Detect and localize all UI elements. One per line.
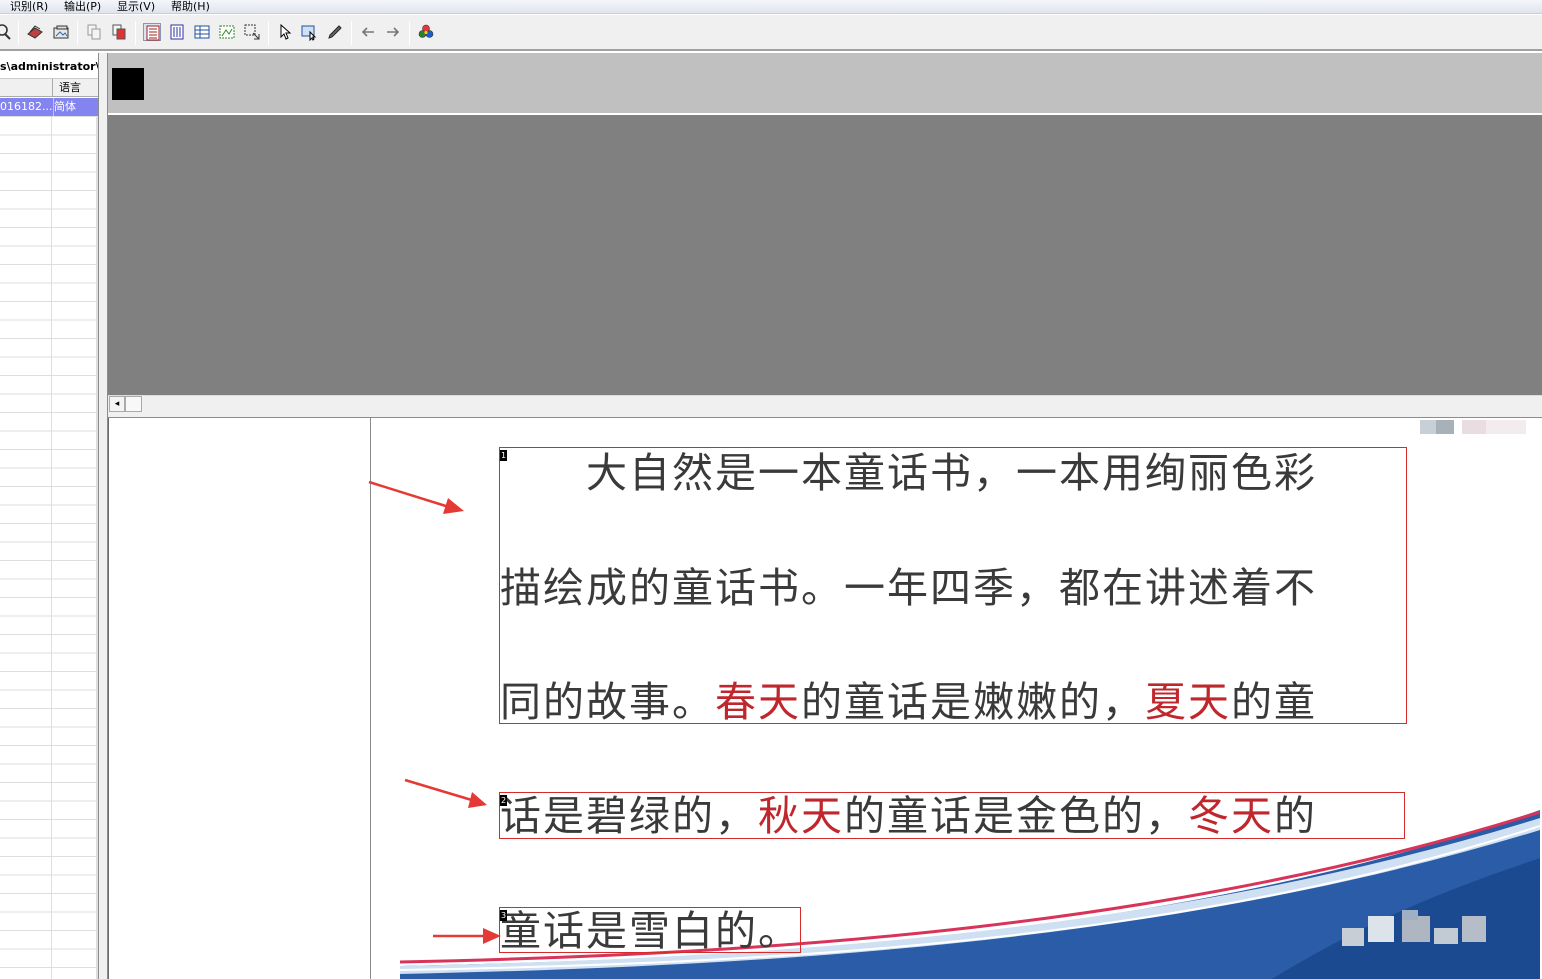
toolbar — [0, 15, 1542, 51]
vertical-splitter[interactable] — [98, 53, 108, 979]
file-list-row[interactable]: 016182... 简体 — [0, 98, 98, 116]
annotation-arrows — [368, 480, 501, 944]
menu-output[interactable]: 输出(P) — [64, 0, 101, 14]
pencil-icon[interactable] — [326, 23, 344, 41]
table-region-icon[interactable] — [193, 23, 211, 41]
pointer-icon[interactable] — [276, 23, 294, 41]
menu-bar: 识别(R) 输出(P) 显示(V) 帮助(H) — [0, 0, 1542, 14]
language-column-header[interactable]: 语言 — [52, 79, 98, 97]
vertical-text-icon[interactable] — [168, 23, 186, 41]
select-region-icon[interactable] — [243, 23, 261, 41]
menu-help[interactable]: 帮助(H) — [171, 0, 210, 14]
recognize-icon[interactable] — [300, 23, 318, 41]
back-arrow-icon[interactable] — [359, 23, 377, 41]
open-image-icon[interactable] — [52, 23, 70, 41]
menu-view[interactable]: 显示(V) — [117, 0, 155, 14]
document-view: 大自然是一本童话书，一本用绚丽色彩 描绘成的童话书。一年四季，都在讲述着不 同的… — [108, 418, 1542, 979]
scroll-left-icon[interactable]: ◂ — [109, 396, 125, 412]
scrollbar-thumb[interactable] — [125, 396, 142, 412]
image-region-icon[interactable] — [218, 23, 236, 41]
toolbar-separator — [18, 21, 19, 45]
file-list-panel: s\administrator\ 语言 016182... 简体 — [0, 53, 98, 979]
toolbar-separator — [409, 21, 410, 45]
toolbar-separator — [77, 21, 78, 45]
language-cell: 简体 — [53, 98, 97, 116]
folder-path: s\administrator\ — [0, 60, 98, 73]
scan-icon[interactable] — [26, 23, 44, 41]
horizontal-scrollbar[interactable]: ◂ — [108, 395, 1542, 412]
toolbar-separator — [268, 21, 269, 45]
page-thumbnail[interactable] — [112, 68, 144, 100]
file-list-header: 语言 — [0, 78, 98, 97]
thumbnail-strip — [108, 53, 1542, 113]
zoom-icon[interactable] — [0, 23, 12, 41]
file-name-cell: 016182... — [0, 100, 52, 113]
forward-arrow-icon[interactable] — [384, 23, 402, 41]
file-list-grid — [0, 116, 98, 979]
menu-recognize[interactable]: 识别(R) — [10, 0, 48, 14]
delete-page-icon[interactable] — [110, 23, 128, 41]
toolbar-separator — [135, 21, 136, 45]
copy-icon[interactable] — [85, 23, 103, 41]
color-wheel-icon[interactable] — [417, 23, 435, 41]
image-preview-area — [108, 115, 1542, 395]
text-region-icon[interactable] — [143, 23, 161, 41]
toolbar-separator — [351, 21, 352, 45]
